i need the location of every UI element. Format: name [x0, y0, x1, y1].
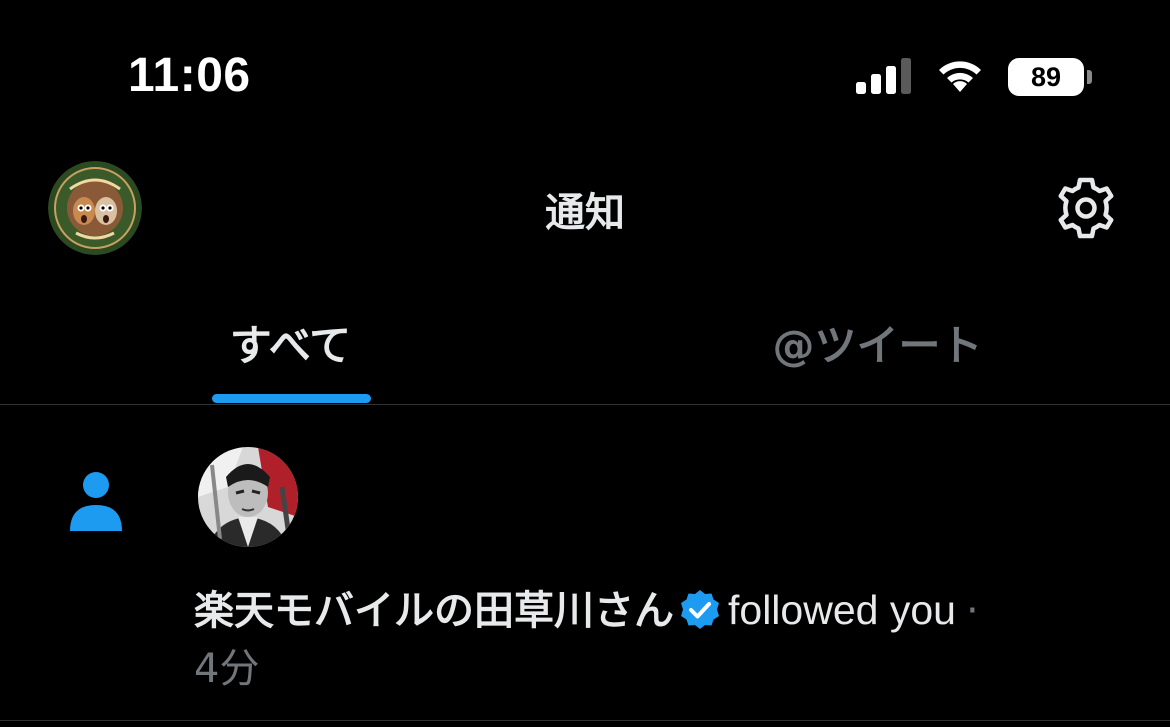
status-icons: 89 — [854, 56, 1094, 98]
verified-badge-icon — [681, 590, 719, 629]
settings-button[interactable] — [1054, 176, 1118, 240]
notification-item[interactable]: 楽天モバイルの田草川さん followed you · 4分 — [0, 405, 1170, 727]
notifications-screen: 11:06 89 通知 すべて @ツイート 楽天モバイルの田草川さん follo… — [0, 0, 1170, 727]
notification-action: followed you — [728, 587, 956, 633]
follower-avatar[interactable] — [198, 447, 298, 547]
battery-body: 89 — [1008, 58, 1084, 96]
battery-icon: 89 — [1008, 58, 1094, 98]
separator-dot: · — [965, 588, 979, 634]
notification-time: 4分 — [194, 646, 260, 692]
tab-all[interactable]: すべて — [0, 290, 585, 404]
follower-avatar-image — [198, 447, 298, 547]
gear-icon — [1058, 177, 1114, 239]
tab-mentions[interactable]: @ツイート — [585, 290, 1170, 404]
person-icon — [70, 472, 122, 531]
item-divider — [0, 720, 1170, 721]
battery-level: 89 — [1030, 62, 1062, 92]
user-name[interactable]: 楽天モバイルの田草川さん — [194, 588, 674, 634]
tab-active-indicator — [212, 394, 371, 403]
tab-all-label: すべて — [229, 321, 352, 370]
notification-text: 楽天モバイルの田草川さん followed you · 4分 — [194, 581, 1124, 698]
page-title: 通知 — [545, 190, 625, 236]
notification-tabs: すべて @ツイート — [0, 290, 1170, 404]
cellular-signal-icon — [856, 58, 911, 94]
wifi-icon — [939, 61, 981, 92]
status-time: 11:06 — [128, 49, 251, 102]
tab-mentions-label: @ツイート — [772, 321, 983, 370]
battery-cap — [1087, 70, 1092, 84]
